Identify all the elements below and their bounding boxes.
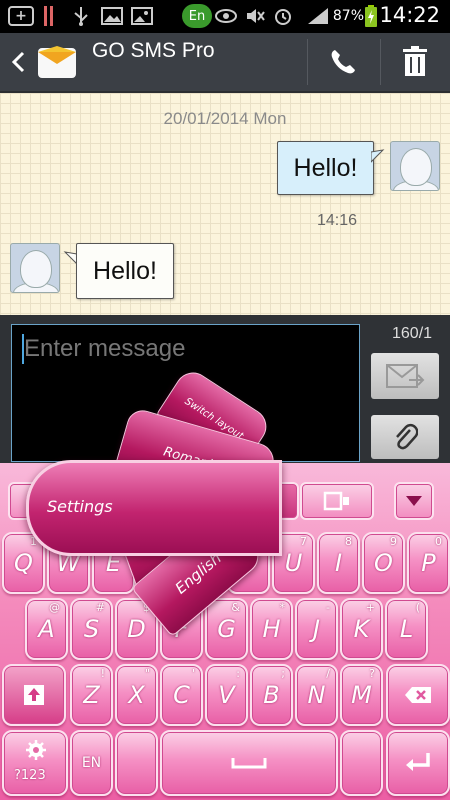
conversation-area: 20/01/2014 Mon Hello! 14:16 Hello! — [0, 93, 450, 315]
outgoing-message-bubble[interactable]: Hello! — [277, 141, 374, 195]
status-bar: + En 87% 14:22 — [0, 0, 450, 33]
key-m[interactable]: ? M — [340, 664, 383, 726]
action-bar: GO SMS Pro — [0, 33, 450, 93]
keyboard-language-badge: En — [182, 4, 212, 28]
key-n[interactable]: / N — [295, 664, 338, 726]
key-o[interactable]: 9O — [362, 532, 405, 594]
period-key[interactable] — [340, 730, 383, 796]
usb-icon — [70, 6, 92, 26]
divider — [380, 39, 381, 85]
shift-key[interactable] — [2, 664, 66, 726]
pause-bars-icon — [44, 6, 54, 26]
mute-icon — [244, 6, 266, 26]
space-key[interactable] — [160, 730, 338, 796]
sms-app-icon — [36, 42, 78, 82]
back-arrow-icon[interactable] — [8, 45, 28, 79]
enter-icon — [406, 753, 430, 771]
paperclip-icon — [396, 423, 418, 450]
enter-key[interactable] — [386, 730, 450, 796]
chevron-down-icon — [406, 496, 422, 506]
conversation-date: 20/01/2014 Mon — [163, 109, 287, 128]
delete-button[interactable] — [402, 45, 428, 79]
layout-icon — [323, 491, 349, 511]
image-notification-icon — [100, 6, 124, 26]
bubble-tail — [63, 251, 77, 265]
key-i[interactable]: 8I — [317, 532, 360, 594]
backspace-icon — [405, 687, 431, 703]
signal-icon — [306, 6, 330, 26]
space-icon — [231, 758, 267, 769]
character-counter: 160/1 — [392, 325, 433, 342]
key-l[interactable]: (L — [385, 598, 428, 660]
shift-icon — [24, 685, 44, 705]
symbols-key[interactable]: ?123 — [2, 730, 68, 796]
alarm-icon — [272, 6, 294, 26]
bubble-tail — [371, 149, 385, 163]
send-button[interactable] — [371, 353, 439, 399]
key-j[interactable]: -J — [295, 598, 338, 660]
battery-percent: 87% — [332, 8, 364, 24]
divider — [307, 39, 308, 85]
gear-icon — [26, 740, 46, 760]
switch-layout-button[interactable] — [300, 482, 374, 520]
send-icon — [386, 364, 425, 388]
key-k[interactable]: + K — [340, 598, 383, 660]
gallery-icon — [130, 6, 154, 26]
battery-charging-icon — [364, 5, 378, 27]
status-time: 14:22 — [379, 3, 440, 27]
key-a[interactable]: @ A — [25, 598, 68, 660]
comma-key[interactable] — [115, 730, 158, 796]
language-key[interactable]: EN — [70, 730, 113, 796]
attach-button[interactable] — [371, 415, 439, 459]
backspace-key[interactable] — [386, 664, 450, 726]
call-button[interactable] — [328, 47, 358, 77]
collapse-keyboard-button[interactable] — [394, 482, 434, 520]
page-title: GO SMS Pro — [92, 39, 215, 62]
avatar[interactable] — [10, 243, 60, 293]
incoming-message-bubble[interactable]: Hello! — [76, 243, 174, 299]
message-time: 14:16 — [317, 212, 358, 229]
key-p[interactable]: 0P — [407, 532, 450, 594]
avatar[interactable] — [390, 141, 440, 191]
menu-item-settings[interactable]: Settings — [26, 460, 282, 556]
eye-icon — [214, 6, 238, 26]
add-notification-icon: + — [8, 6, 34, 26]
